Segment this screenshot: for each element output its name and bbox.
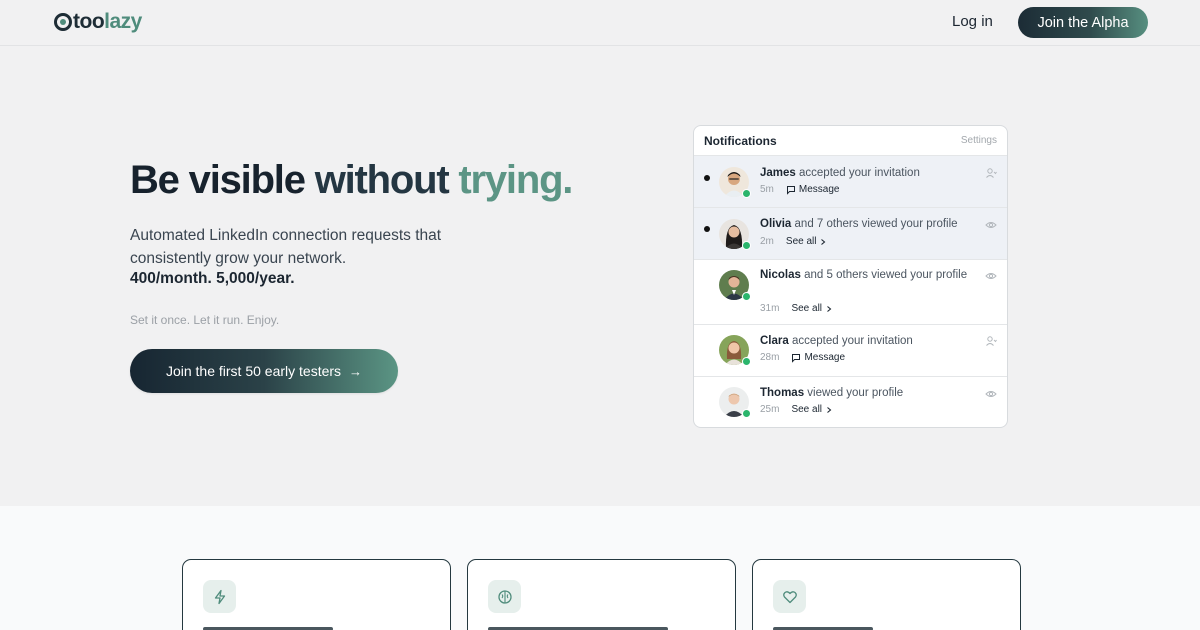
online-status-dot [742,409,751,418]
notification-item[interactable]: James accepted your invitation 5m Messag… [694,156,1007,208]
hero-stats: 400/month. 5,000/year. [130,270,295,287]
see-all-label: See all [791,303,823,314]
logo-accent-text: lazy [104,10,142,33]
notification-text: Olivia and 7 others viewed your profile [760,216,975,232]
notification-text: James accepted your invitation [760,165,975,181]
login-link[interactable]: Log in [952,13,993,30]
message-action[interactable]: Message [791,352,845,363]
notification-text: Thomas viewed your profile [760,385,975,401]
brain-icon [488,580,521,613]
features-section [0,506,1200,630]
arrow-right-icon: → [349,363,363,379]
chevron-right-icon [821,238,826,245]
headline-part-3: trying. [458,158,573,202]
notification-time: 31m [760,303,780,314]
early-testers-label: Join the first 50 early testers [165,363,342,379]
eye-icon [985,222,997,228]
notification-text: Clara accepted your invitation [760,333,975,349]
notification-meta: 28m Message [760,352,845,363]
notification-message: and 5 others viewed your profile [804,269,968,281]
notification-meta: 31m See all [760,303,833,314]
notifications-header: Notifications Settings [694,126,1007,156]
notification-item[interactable]: Clara accepted your invitation 28m Messa… [694,325,1007,377]
notification-item[interactable]: Nicolas and 5 others viewed your profile… [694,260,1007,325]
notification-meta: 25m See all [760,404,833,415]
avatar [719,219,751,250]
see-all-label: See all [785,236,817,247]
chevron-right-icon [827,406,832,413]
feature-card[interactable] [752,559,1021,630]
notification-message: accepted your invitation [799,167,920,179]
notification-message: viewed your profile [807,387,904,399]
online-status-dot [742,241,751,250]
avatar [719,270,751,301]
notification-time: 28m [760,352,780,363]
see-all-action[interactable]: See all [786,236,828,247]
feature-card[interactable] [182,559,451,630]
notification-name: Nicolas [760,269,801,281]
message-action-label: Message [798,184,840,195]
see-all-label: See all [791,404,823,415]
notifications-settings-link[interactable]: Settings [961,135,997,146]
notification-time: 5m [760,184,774,195]
notification-message: and 7 others viewed your profile [794,218,958,230]
lightning-icon [203,580,236,613]
notification-name: Olivia [760,218,792,230]
hero-tagline: Set it once. Let it run. Enjoy. [130,313,280,327]
message-icon [792,353,801,363]
message-action-label: Message [804,352,846,363]
notification-item[interactable]: Thomas viewed your profile 25m See all [694,377,1007,427]
logo-mark-icon [54,13,72,31]
feature-card[interactable] [467,559,736,630]
notification-time: 25m [760,404,780,415]
online-status-dot [742,357,751,366]
headline-part-1: Be visible [130,158,306,202]
early-testers-button[interactable]: Join the first 50 early testers → [130,349,398,393]
notification-meta: 5m Message [760,184,839,195]
notification-text: Nicolas and 5 others viewed your profile [760,267,975,283]
notifications-title: Notifications [704,133,777,148]
logo[interactable]: too lazy [54,10,142,34]
eye-icon [985,273,997,279]
notification-name: Thomas [760,387,805,399]
avatar [719,387,751,418]
avatar [719,167,751,198]
chevron-right-icon [827,305,832,312]
headline-part-2: without [314,158,450,202]
user-icon [986,336,997,346]
notification-meta: 2m See all [760,236,827,247]
notification-message: accepted your invitation [791,335,913,347]
avatar [719,335,751,366]
unread-dot [704,226,710,232]
see-all-action[interactable]: See all [791,404,833,415]
online-status-dot [742,189,751,198]
hero-subtitle: Automated LinkedIn connection requests t… [130,227,442,267]
online-status-dot [742,292,751,301]
notifications-card: Notifications Settings James accepted yo… [693,125,1008,428]
heart-icon [773,580,806,613]
notification-item[interactable]: Olivia and 7 others viewed your profile … [694,208,1007,260]
unread-dot [704,175,710,181]
message-action[interactable]: Message [786,184,840,195]
message-icon [786,185,795,195]
see-all-action[interactable]: See all [791,303,833,314]
join-alpha-button[interactable]: Join the Alpha [1018,7,1148,38]
top-nav: too lazy Log in Join the Alpha [0,0,1200,46]
notification-name: Clara [760,335,789,347]
notification-time: 2m [760,236,774,247]
hero-headline: Be visible without trying. [130,158,573,203]
notification-name: James [760,167,796,179]
logo-text: too [73,10,105,33]
eye-icon [985,391,997,397]
user-icon [986,168,997,178]
